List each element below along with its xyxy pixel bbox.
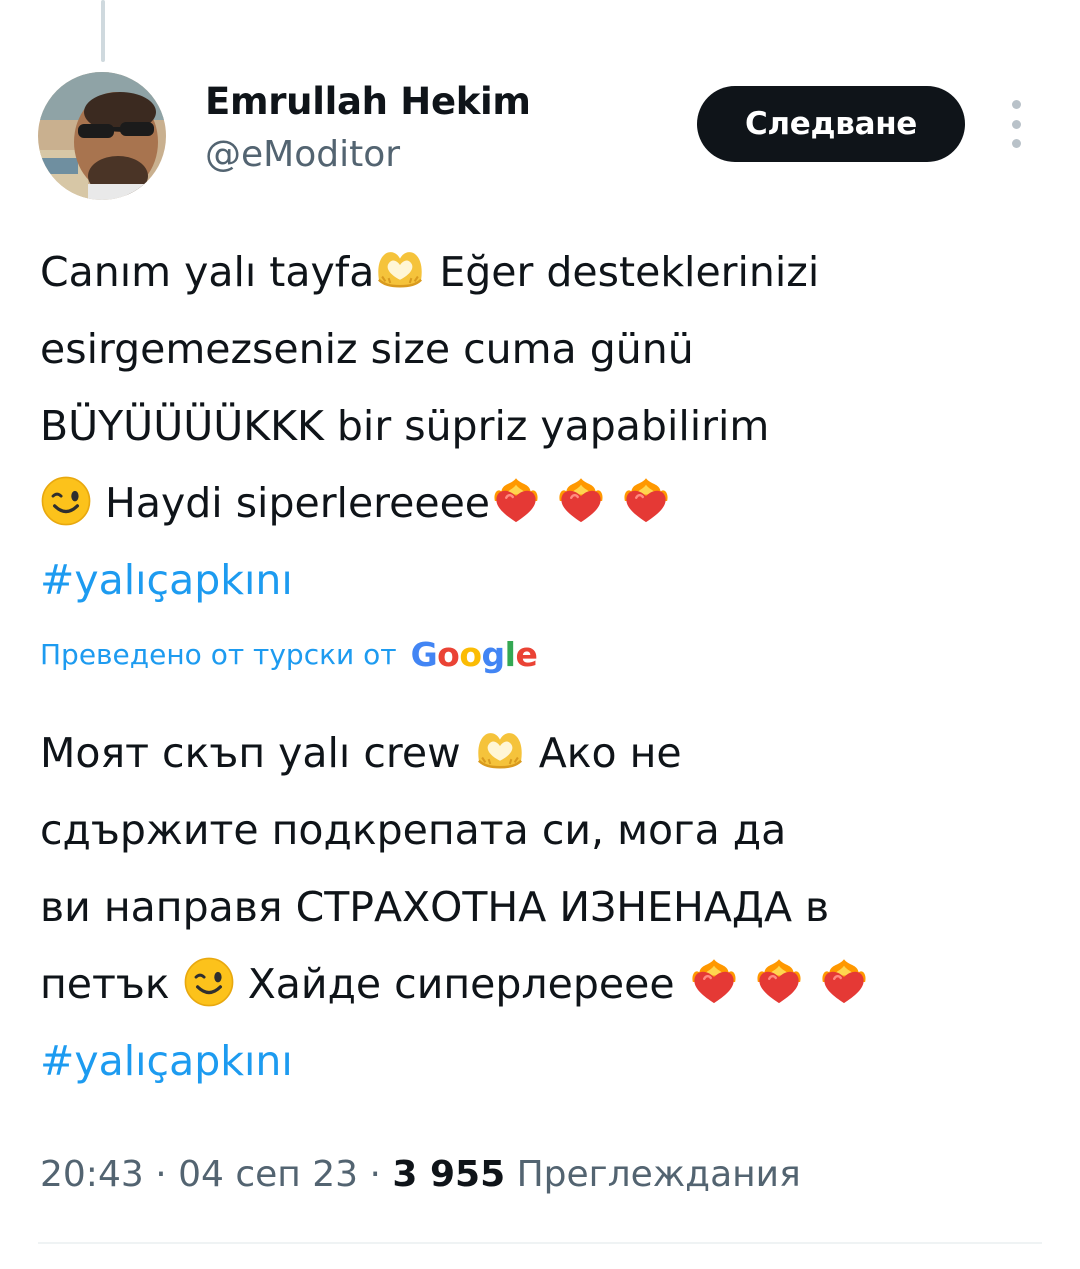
- translation-attribution[interactable]: Преведено от турски от Google: [40, 626, 538, 682]
- views-count[interactable]: 3 955: [392, 1154, 505, 1195]
- hashtag-link[interactable]: #yalıçapkını: [40, 1023, 1050, 1100]
- tweet-date[interactable]: 04 сеп 23: [178, 1154, 358, 1195]
- heart-on-fire-emoji: [818, 956, 870, 1008]
- more-options-button[interactable]: [1000, 100, 1032, 148]
- author-handle[interactable]: @eModitor: [205, 132, 531, 178]
- heart-on-fire-emoji: [620, 475, 672, 527]
- winking-face-emoji: [40, 475, 92, 527]
- text-line: сдържите подкрепата си, мога да: [40, 806, 787, 854]
- text-line: Моят скъп yalı crew Ако не: [40, 715, 1050, 792]
- tweet-meta: 20:43 · 04 сеп 23 · 3 955 Преглеждания: [40, 1145, 801, 1205]
- meta-separator: ·: [358, 1154, 393, 1195]
- author-info: Emrullah Hekim @eModitor: [205, 78, 531, 178]
- heart-hands-emoji: [374, 244, 426, 296]
- hashtag-link[interactable]: #yalıçapkını: [40, 542, 1050, 619]
- divider: [38, 1242, 1042, 1244]
- follow-button[interactable]: Следване: [697, 86, 965, 162]
- avatar-photo: [38, 72, 166, 200]
- text-line: петък Хайде сиперлереее: [40, 946, 1050, 1023]
- text-line: BÜYÜÜÜÜKKK bir süpriz yapabilirim: [40, 402, 770, 450]
- author-avatar[interactable]: [38, 72, 166, 200]
- text-line: Haydi siperlereeee: [40, 465, 1050, 542]
- tweet-original-text: Canım yalı tayfa Eğer desteklerinizi esi…: [40, 234, 1050, 619]
- google-logo: Google: [410, 634, 538, 674]
- vertical-dots-icon: [1011, 100, 1021, 109]
- heart-hands-emoji: [474, 725, 526, 777]
- heart-on-fire-emoji: [688, 956, 740, 1008]
- translation-label: Преведено от турски от: [40, 637, 397, 671]
- heart-on-fire-emoji: [555, 475, 607, 527]
- winking-face-emoji: [183, 956, 235, 1008]
- thread-connector-line: [101, 0, 105, 62]
- tweet-time[interactable]: 20:43: [40, 1154, 144, 1195]
- author-display-name[interactable]: Emrullah Hekim: [205, 78, 531, 126]
- text-line: Canım yalı tayfa Eğer desteklerinizi: [40, 234, 1050, 311]
- text-line: esirgemezseniz size cuma günü: [40, 325, 694, 373]
- tweet-translated-text: Моят скъп yalı crew Ако не сдържите подк…: [40, 715, 1050, 1100]
- views-label[interactable]: Преглеждания: [517, 1154, 801, 1195]
- heart-on-fire-emoji: [753, 956, 805, 1008]
- text-line: ви направя СТРАХОТНА ИЗНЕНАДА в: [40, 883, 830, 931]
- heart-on-fire-emoji: [490, 475, 542, 527]
- meta-separator: ·: [143, 1154, 179, 1195]
